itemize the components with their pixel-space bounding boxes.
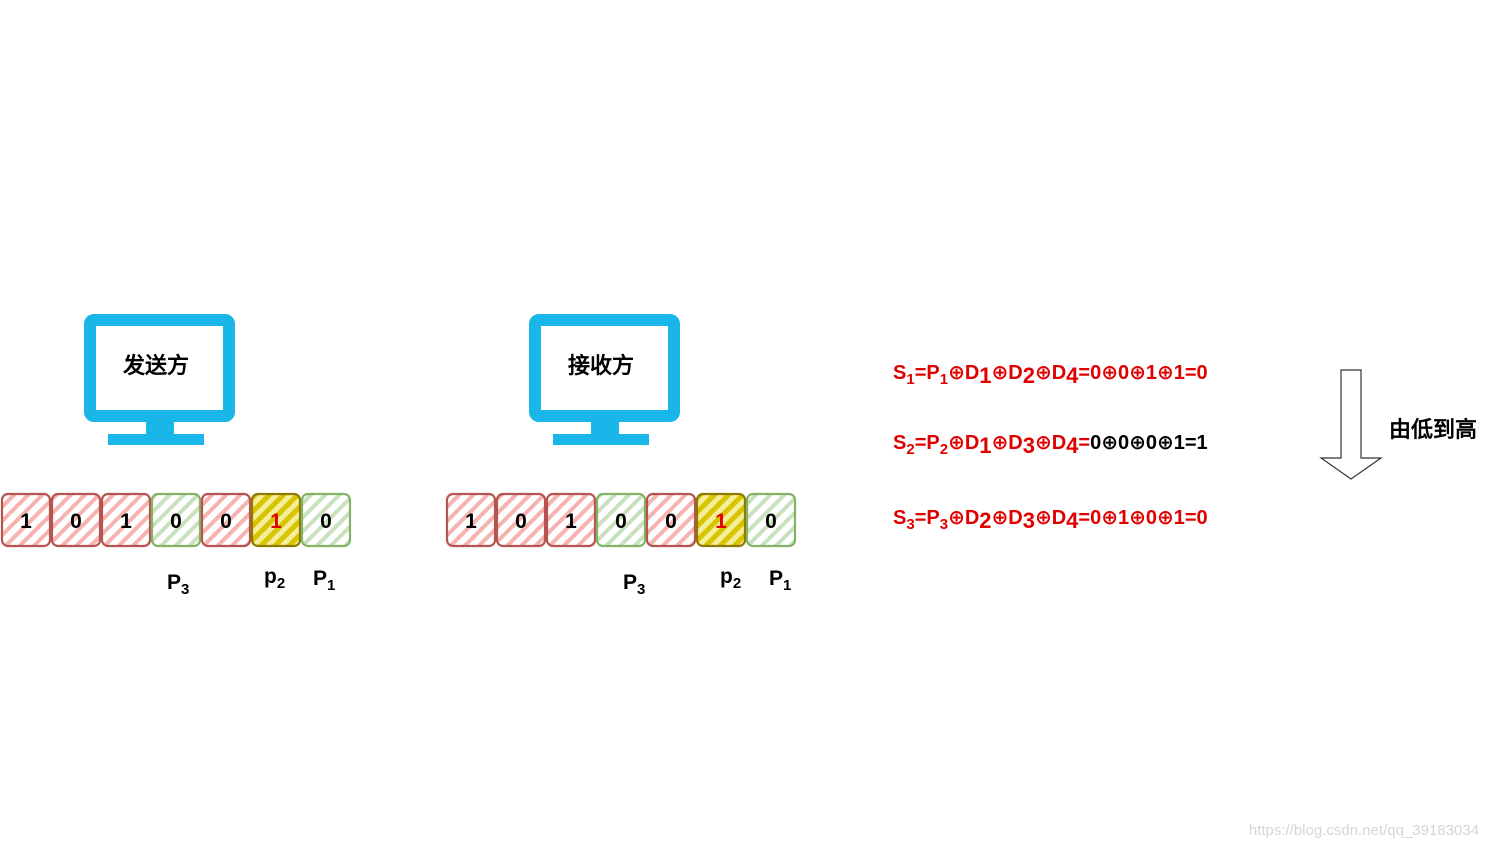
receiver-bit-value: 1 bbox=[565, 510, 577, 533]
formula-s1: S1=P1⊕D1⊕D2⊕D4=0⊕0⊕1⊕1=0 bbox=[893, 362, 1208, 388]
receiver-bit-value: 1 bbox=[465, 510, 477, 533]
receiver-p2-label: p2 bbox=[720, 565, 742, 592]
sender-bit-value: 1 bbox=[270, 510, 282, 533]
receiver-bit-row: 1 0 1 0 0 1 0 bbox=[445, 492, 797, 548]
receiver-bit-cell-2: 0 bbox=[495, 492, 547, 548]
receiver-p1-label: P1 bbox=[769, 567, 792, 594]
receiver-bit-cell-4: 0 bbox=[595, 492, 647, 548]
sender-bit-cell-6: 1 bbox=[250, 492, 302, 548]
sender-bit-value: 1 bbox=[120, 510, 132, 533]
receiver-bit-value: 0 bbox=[615, 510, 627, 533]
receiver-label: 接收方 bbox=[568, 353, 634, 378]
formula-s3: S3=P3⊕D2⊕D3⊕D4=0⊕1⊕0⊕1=0 bbox=[893, 507, 1208, 533]
sender-bit-cell-3: 1 bbox=[100, 492, 152, 548]
sender-bit-value: 0 bbox=[170, 510, 182, 533]
sender-bit-cell-2: 0 bbox=[50, 492, 102, 548]
receiver-bit-cell-1: 1 bbox=[445, 492, 497, 548]
sender-bit-cell-4: 0 bbox=[150, 492, 202, 548]
receiver-bit-value: 0 bbox=[765, 510, 777, 533]
sender-bit-value: 0 bbox=[70, 510, 82, 533]
receiver-bit-cell-3: 1 bbox=[545, 492, 597, 548]
receiver-bit-cell-6: 1 bbox=[695, 492, 747, 548]
sender-bit-cell-5: 0 bbox=[200, 492, 252, 548]
sender-bit-cell-1: 1 bbox=[0, 492, 52, 548]
order-label: 由低到高 bbox=[1389, 417, 1478, 442]
receiver-bit-cell-7: 0 bbox=[745, 492, 797, 548]
formula-s2: S2=P2⊕D1⊕D3⊕D4=0⊕0⊕0⊕1=1 bbox=[893, 432, 1208, 458]
receiver-bit-cell-5: 0 bbox=[645, 492, 697, 548]
sender-bit-value: 0 bbox=[220, 510, 232, 533]
receiver-bit-value: 0 bbox=[665, 510, 677, 533]
watermark: https://blog.csdn.net/qq_39183034 bbox=[1248, 822, 1479, 839]
sender-monitor-icon: 发送方 bbox=[84, 314, 235, 445]
sender-p1-label: P1 bbox=[313, 567, 336, 594]
sender-bit-value: 0 bbox=[320, 510, 332, 533]
down-arrow-icon bbox=[1319, 369, 1383, 480]
receiver-p3-label: P3 bbox=[623, 571, 646, 598]
receiver-bit-value: 0 bbox=[515, 510, 527, 533]
sender-label: 发送方 bbox=[122, 353, 189, 378]
sender-bit-value: 1 bbox=[20, 510, 32, 533]
sender-bit-row: 1 0 1 0 0 1 0 bbox=[0, 492, 352, 548]
sender-p3-label: P3 bbox=[167, 571, 190, 598]
sender-bit-cell-7: 0 bbox=[300, 492, 352, 548]
sender-p2-label: p2 bbox=[264, 565, 286, 592]
receiver-bit-value: 1 bbox=[715, 510, 727, 533]
receiver-monitor-icon: 接收方 bbox=[529, 314, 680, 445]
